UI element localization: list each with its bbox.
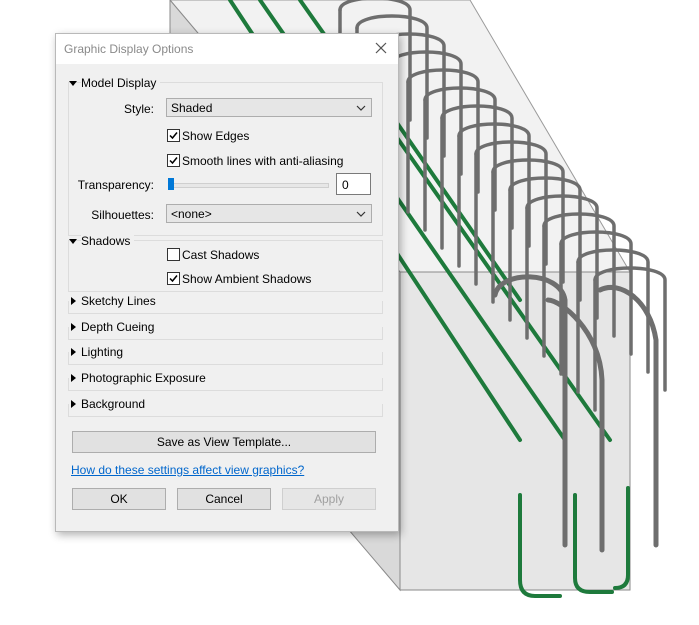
silhouettes-select[interactable]: <none>: [166, 204, 372, 223]
silhouettes-value: <none>: [171, 207, 212, 221]
lighting-header[interactable]: Lighting: [81, 345, 123, 359]
style-select[interactable]: Shaded: [166, 98, 372, 117]
chevron-down-icon: [356, 211, 366, 217]
transparency-value: 0: [342, 178, 349, 192]
show-edges-checkbox[interactable]: [167, 129, 180, 142]
transparency-input[interactable]: 0: [336, 173, 371, 195]
silhouettes-label: Silhouettes:: [91, 208, 154, 222]
shadows-header[interactable]: Shadows: [81, 234, 135, 248]
chevron-down-icon: [356, 105, 366, 111]
transparency-label: Transparency:: [77, 178, 154, 192]
ambient-shadows-label[interactable]: Show Ambient Shadows: [182, 272, 311, 286]
chevron-right-icon[interactable]: [68, 322, 78, 332]
apply-button[interactable]: Apply: [282, 488, 376, 510]
help-link[interactable]: How do these settings affect view graphi…: [71, 463, 304, 477]
cancel-button[interactable]: Cancel: [177, 488, 271, 510]
style-value: Shaded: [171, 101, 213, 115]
graphic-display-options-dialog: Graphic Display Options Model Display St…: [55, 33, 399, 532]
checkmark-icon: [169, 275, 178, 283]
style-label: Style:: [123, 102, 154, 116]
chevron-right-icon[interactable]: [68, 399, 78, 409]
chevron-right-icon[interactable]: [68, 347, 78, 357]
cast-shadows-label[interactable]: Cast Shadows: [182, 248, 259, 262]
ok-button[interactable]: OK: [72, 488, 166, 510]
chevron-down-icon[interactable]: [68, 78, 78, 88]
chevron-right-icon[interactable]: [68, 373, 78, 383]
show-edges-label[interactable]: Show Edges: [182, 129, 249, 143]
checkmark-icon: [169, 132, 178, 140]
ambient-shadows-checkbox[interactable]: [167, 272, 180, 285]
smooth-lines-label[interactable]: Smooth lines with anti-aliasing: [182, 154, 343, 168]
sketchy-lines-header[interactable]: Sketchy Lines: [81, 294, 156, 308]
transparency-slider-track[interactable]: [169, 183, 329, 188]
background-header[interactable]: Background: [81, 397, 145, 411]
save-as-view-template-button[interactable]: Save as View Template...: [72, 431, 376, 453]
checkmark-icon: [169, 157, 178, 165]
cast-shadows-checkbox[interactable]: [167, 248, 180, 261]
chevron-right-icon[interactable]: [68, 296, 78, 306]
title-bar[interactable]: Graphic Display Options: [56, 34, 398, 64]
photographic-exposure-header[interactable]: Photographic Exposure: [81, 371, 206, 385]
transparency-slider-thumb[interactable]: [168, 178, 174, 190]
model-display-header[interactable]: Model Display: [81, 76, 161, 90]
chevron-down-icon[interactable]: [68, 236, 78, 246]
depth-cueing-header[interactable]: Depth Cueing: [81, 320, 154, 334]
dialog-title: Graphic Display Options: [64, 42, 194, 56]
close-icon[interactable]: [374, 41, 388, 55]
smooth-lines-checkbox[interactable]: [167, 154, 180, 167]
